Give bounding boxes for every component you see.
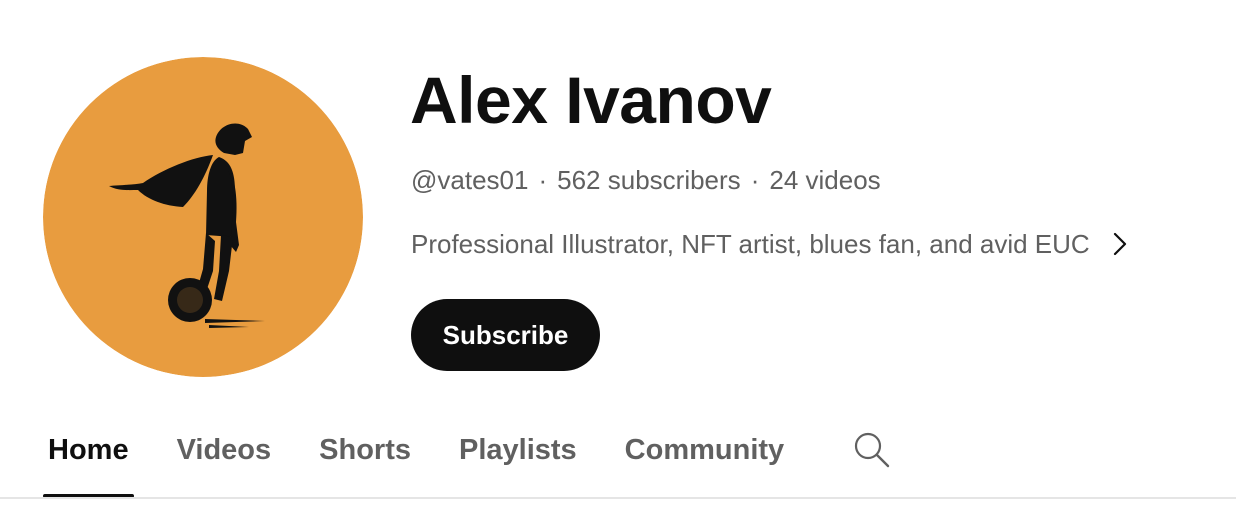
tab-videos[interactable]: Videos — [172, 420, 277, 498]
channel-avatar — [43, 57, 363, 377]
unicycle-rider-logo-icon — [43, 57, 363, 377]
tab-shorts[interactable]: Shorts — [314, 420, 416, 498]
tab-community[interactable]: Community — [620, 420, 790, 498]
tab-playlists[interactable]: Playlists — [454, 420, 582, 498]
channel-description[interactable]: Professional Illustrator, NFT artist, bl… — [411, 226, 1128, 262]
subscriber-count: 562 subscribers — [557, 165, 741, 195]
meta-separator: · — [538, 165, 548, 195]
search-icon[interactable] — [853, 420, 891, 480]
channel-tabs: Home Videos Shorts Playlists Community — [43, 420, 891, 498]
channel-name: Alex Ivanov — [410, 63, 772, 137]
chevron-right-icon[interactable] — [1112, 231, 1128, 257]
video-count: 24 videos — [769, 165, 881, 195]
meta-separator: · — [750, 165, 760, 195]
channel-description-text: Professional Illustrator, NFT artist, bl… — [411, 229, 1090, 259]
channel-handle: @vates01 — [411, 165, 529, 195]
tab-home[interactable]: Home — [43, 420, 134, 498]
subscribe-button[interactable]: Subscribe — [411, 299, 600, 371]
tabs-divider — [0, 497, 1236, 499]
channel-meta: @vates01 · 562 subscribers · 24 videos — [411, 162, 881, 198]
